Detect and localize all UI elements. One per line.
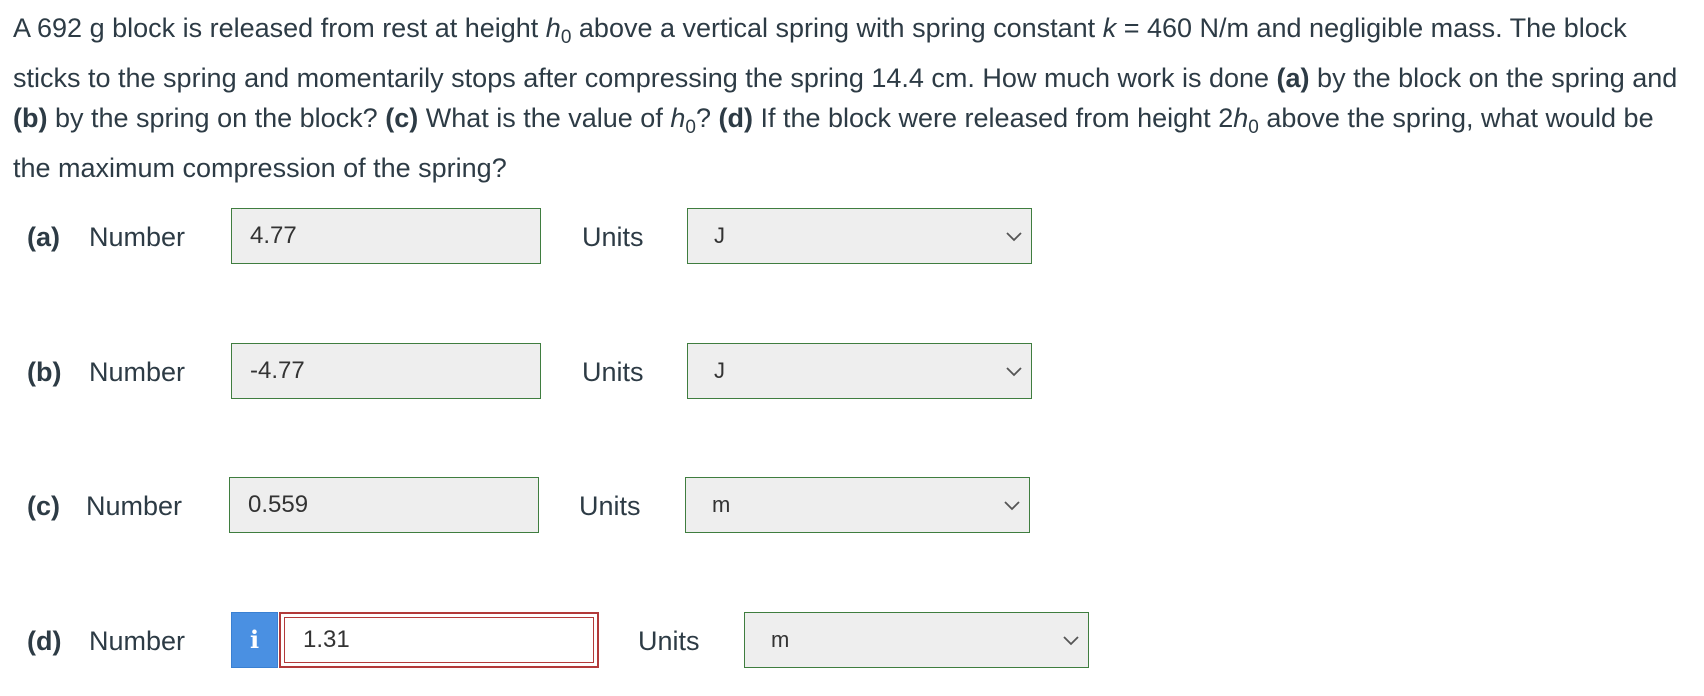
k-symbol: k: [1102, 13, 1117, 43]
h-symbol: h: [545, 13, 561, 43]
answer-row-d: (d) Number i 1.31 Units m: [0, 612, 1200, 672]
chevron-down-icon: [1006, 367, 1022, 377]
info-icon: i: [249, 625, 260, 654]
number-input-invalid[interactable]: 1.31: [279, 612, 599, 668]
part-b-ref: (b): [13, 103, 48, 133]
question-segment: If the block were released from height 2: [752, 103, 1234, 133]
number-label: Number: [89, 222, 186, 252]
units-label: Units: [582, 357, 644, 387]
units-select[interactable]: m: [685, 477, 1030, 533]
question-segment: above a vertical spring with spring cons…: [571, 13, 1103, 43]
number-input[interactable]: 4.77: [231, 208, 541, 264]
h-symbol: h: [1233, 103, 1249, 133]
answer-row-b: (b) Number -4.77 Units J: [0, 343, 1100, 403]
part-a-ref: (a): [1276, 63, 1310, 93]
units-select[interactable]: J: [687, 343, 1032, 399]
units-selected-value: J: [714, 358, 725, 383]
units-selected-value: m: [712, 492, 731, 517]
units-label: Units: [579, 491, 641, 521]
part-label: (a): [27, 222, 60, 252]
h-symbol: h: [670, 103, 686, 133]
number-label: Number: [89, 357, 186, 387]
units-label: Units: [638, 626, 700, 656]
units-select[interactable]: J: [687, 208, 1032, 264]
part-label: (b): [27, 357, 62, 387]
question-segment: by the block on the spring and: [1309, 63, 1678, 93]
number-input[interactable]: 0.559: [229, 477, 539, 533]
question-segment: ?: [695, 103, 719, 133]
number-input-value: 1.31: [284, 617, 594, 663]
part-c-ref: (c): [385, 103, 419, 133]
chevron-down-icon: [1006, 232, 1022, 242]
units-selected-value: J: [714, 223, 725, 248]
question-segment: A 692 g block is released from rest at h…: [13, 13, 546, 43]
part-d-ref: (d): [718, 103, 753, 133]
part-label: (d): [27, 626, 62, 656]
units-label: Units: [582, 222, 644, 252]
chevron-down-icon: [1004, 501, 1020, 511]
number-label: Number: [86, 491, 183, 521]
chevron-down-icon: [1063, 636, 1079, 646]
number-label: Number: [89, 626, 186, 656]
question-segment: What is the value of: [418, 103, 671, 133]
units-select[interactable]: m: [744, 612, 1089, 668]
number-input[interactable]: -4.77: [231, 343, 541, 399]
part-label: (c): [27, 491, 60, 521]
subscript-zero: 0: [560, 27, 572, 48]
answer-row-a: (a) Number 4.77 Units J: [0, 208, 1100, 268]
question-text: A 692 g block is released from rest at h…: [13, 8, 1693, 188]
answer-row-c: (c) Number 0.559 Units m: [0, 477, 1100, 537]
subscript-zero: 0: [1248, 117, 1259, 138]
info-button[interactable]: i: [231, 612, 278, 668]
question-segment: by the spring on the block?: [47, 103, 386, 133]
subscript-zero: 0: [685, 117, 696, 138]
units-selected-value: m: [771, 627, 790, 652]
